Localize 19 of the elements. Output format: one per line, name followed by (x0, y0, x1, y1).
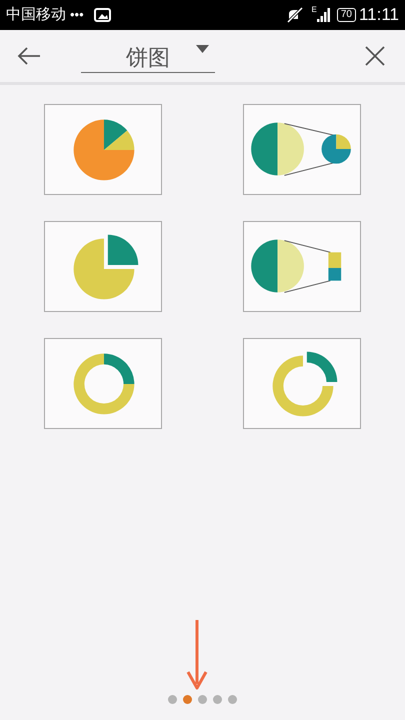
chart-type-dropdown[interactable]: 饼图 (81, 39, 215, 73)
chart-type-option[interactable] (44, 104, 162, 195)
carrier-name: 中国移动 (6, 4, 66, 25)
chart-type-option[interactable] (44, 338, 162, 429)
close-icon (365, 46, 385, 66)
network-type-label: E (312, 4, 317, 16)
chart-type-option[interactable] (243, 221, 361, 312)
dropdown-caret-icon (196, 45, 209, 53)
chart-type-option[interactable] (243, 104, 361, 195)
chart-type-option[interactable] (243, 338, 361, 429)
notification-dots: ••• (70, 6, 84, 24)
back-arrow-icon (17, 46, 41, 66)
mute-icon (286, 7, 304, 23)
clock-time: 11:11 (358, 4, 399, 26)
battery-level: 70 (336, 8, 356, 22)
chart-type-option[interactable] (44, 221, 162, 312)
image-icon (94, 8, 111, 22)
signal-icon (316, 8, 331, 22)
annotation-arrow (186, 620, 208, 690)
